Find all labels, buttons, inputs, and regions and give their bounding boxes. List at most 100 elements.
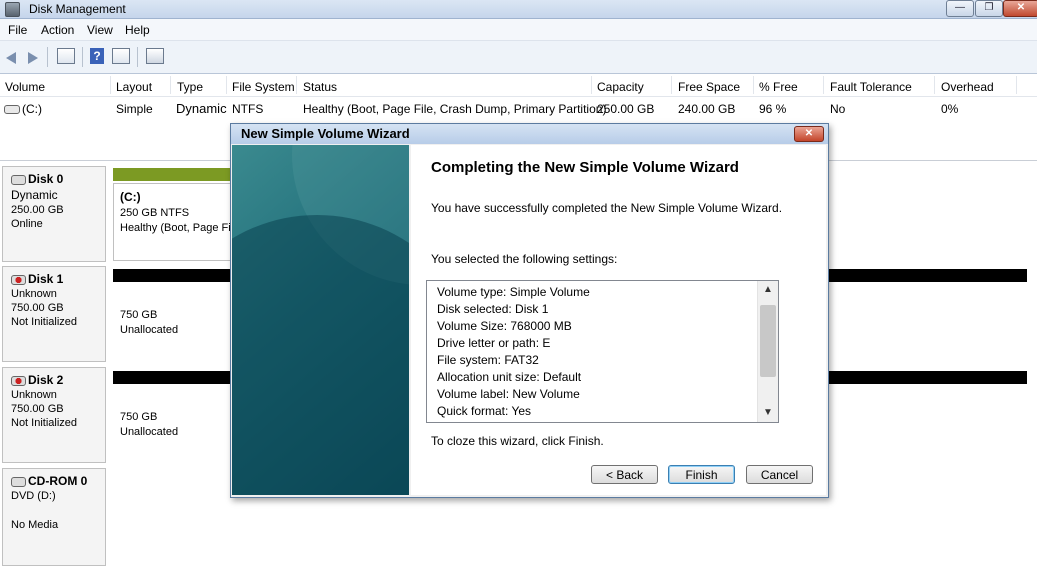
table-row[interactable]: (C:) Simple Dynamic NTFS Healthy (Boot, …	[0, 98, 1037, 118]
cdrom-icon	[11, 477, 26, 488]
cdrom-0-label[interactable]: CD-ROM 0 DVD (D:) No Media	[2, 468, 106, 566]
disk-1-label[interactable]: Disk 1 Unknown 750.00 GB Not Initialized	[2, 266, 106, 362]
disk-2-size: 750.00 GB	[11, 403, 64, 415]
scroll-up-icon[interactable]: ▲	[758, 281, 778, 299]
unallocated-bar	[113, 371, 233, 384]
col-free-space[interactable]: Free Space	[678, 80, 740, 94]
toolbar: ?	[0, 41, 1037, 74]
wizard-banner-image	[232, 145, 409, 495]
cdrom-0-type: DVD (D:)	[11, 490, 56, 502]
menu-file[interactable]: File	[8, 23, 27, 37]
fs-cell: NTFS	[232, 102, 264, 116]
disk-2-name: Disk 2	[28, 373, 64, 387]
settings-item: Disk selected: Disk 1	[437, 302, 549, 316]
cancel-button[interactable]: Cancel	[746, 465, 813, 484]
col-capacity[interactable]: Capacity	[597, 80, 644, 94]
col-overhead[interactable]: Overhead	[941, 80, 994, 94]
wizard-intro: You have successfully completed the New …	[431, 201, 783, 215]
settings-item: Volume type: Simple Volume	[437, 285, 590, 299]
help-icon[interactable]: ?	[90, 48, 104, 64]
close-button[interactable]: ✕	[1003, 0, 1037, 17]
menu-help[interactable]: Help	[125, 23, 150, 37]
settings-listbox[interactable]: Volume type: Simple Volume Disk selected…	[426, 280, 779, 423]
col-volume[interactable]: Volume	[5, 80, 45, 94]
cdrom-0-state: No Media	[11, 519, 59, 531]
disk-management-icon	[5, 2, 20, 17]
disk-1-name: Disk 1	[28, 272, 64, 286]
settings-list: Volume type: Simple Volume Disk selected…	[437, 284, 590, 420]
finish-button[interactable]: Finish	[668, 465, 735, 484]
partition-c-status: Healthy (Boot, Page Fi	[120, 222, 231, 234]
settings-icon[interactable]	[146, 48, 164, 64]
disk-error-icon	[11, 376, 26, 387]
volume-cell: (C:)	[4, 102, 42, 116]
col-status[interactable]: Status	[303, 80, 337, 94]
disk-1-size: 750.00 GB	[11, 302, 64, 314]
disk-0-label[interactable]: Disk 0 Dynamic 250.00 GB Online	[2, 166, 106, 262]
back-arrow-icon[interactable]	[6, 52, 16, 64]
disk-1-state: Not Initialized	[11, 316, 78, 328]
properties-icon[interactable]	[112, 48, 130, 64]
scroll-thumb[interactable]	[760, 305, 776, 377]
wizard-closing-text: To cloze this wizard, click Finish.	[431, 434, 604, 448]
disk-1-part-size: 750 GB	[120, 309, 158, 321]
disk-icon	[11, 175, 26, 186]
wizard-heading: Completing the New Simple Volume Wizard	[431, 159, 739, 176]
disk-1-unallocated[interactable]: 750 GB Unallocated	[120, 309, 178, 336]
list-view-icon[interactable]	[57, 48, 75, 64]
volume-list-header: Volume Layout Type File System Status Ca…	[0, 74, 1037, 97]
col-percent-free[interactable]: % Free	[759, 80, 798, 94]
wizard-titlebar: New Simple Volume Wizard ✕	[231, 124, 828, 144]
wizard-settings-label: You selected the following settings:	[431, 252, 618, 266]
unallocated-bar	[826, 371, 1027, 384]
disk-error-icon	[11, 275, 26, 286]
wizard-title: New Simple Volume Wizard	[241, 126, 410, 141]
scroll-down-icon[interactable]: ▼	[758, 404, 778, 422]
drive-icon	[4, 105, 20, 115]
col-type[interactable]: Type	[177, 80, 203, 94]
disk-2-type: Unknown	[11, 389, 57, 401]
disk-2-unallocated[interactable]: 750 GB Unallocated	[120, 411, 178, 438]
menu-action[interactable]: Action	[41, 23, 74, 37]
wizard-dialog: New Simple Volume Wizard ✕ Completing th…	[230, 123, 829, 498]
toolbar-separator	[47, 47, 48, 67]
disk-0-type: Dynamic	[11, 188, 58, 202]
menu-view[interactable]: View	[87, 23, 113, 37]
settings-item: File system: FAT32	[437, 353, 539, 367]
back-button[interactable]: < Back	[591, 465, 658, 484]
settings-scrollbar[interactable]: ▲ ▼	[757, 281, 778, 422]
percent-free-cell: 96 %	[759, 102, 787, 116]
forward-arrow-icon[interactable]	[28, 52, 38, 64]
col-layout[interactable]: Layout	[116, 80, 152, 94]
capacity-cell: 250.00 GB	[597, 102, 655, 116]
disk-0-size: 250.00 GB	[11, 204, 64, 216]
disk-1-part-state: Unallocated	[120, 324, 179, 336]
volume-name: (C:)	[22, 102, 42, 116]
wizard-content: Completing the New Simple Volume Wizard …	[411, 145, 826, 495]
unallocated-bar	[826, 269, 1027, 282]
settings-item: Volume Size: 768000 MB	[437, 319, 572, 333]
menu-bar: File Action View Help	[0, 19, 1037, 41]
type-cell: Dynamic	[176, 101, 227, 116]
disk-2-part-state: Unallocated	[120, 426, 179, 438]
partition-c-size: 250 GB NTFS	[120, 207, 190, 219]
status-cell: Healthy (Boot, Page File, Crash Dump, Pr…	[303, 102, 607, 116]
wizard-close-button[interactable]: ✕	[794, 126, 824, 142]
overhead-cell: 0%	[941, 102, 959, 116]
toolbar-separator	[82, 47, 83, 67]
free-space-cell: 240.00 GB	[678, 102, 736, 116]
layout-cell: Simple	[116, 102, 153, 116]
disk-2-label[interactable]: Disk 2 Unknown 750.00 GB Not Initialized	[2, 367, 106, 463]
cdrom-0-name: CD-ROM 0	[28, 474, 88, 488]
maximize-button[interactable]: ❐	[975, 0, 1003, 17]
col-fault-tolerance[interactable]: Fault Tolerance	[830, 80, 912, 94]
fault-tolerance-cell: No	[830, 102, 846, 116]
disk-1-type: Unknown	[11, 288, 57, 300]
partition-c-title: (C:)	[120, 190, 141, 204]
partition-c[interactable]: (C:) 250 GB NTFS Healthy (Boot, Page Fi	[113, 183, 233, 261]
window-titlebar: Disk Management — ❐ ✕	[0, 0, 1037, 19]
settings-item: Drive letter or path: E	[437, 336, 551, 350]
toolbar-separator	[137, 47, 138, 67]
minimize-button[interactable]: —	[946, 0, 974, 17]
col-file-system[interactable]: File System	[232, 80, 295, 94]
